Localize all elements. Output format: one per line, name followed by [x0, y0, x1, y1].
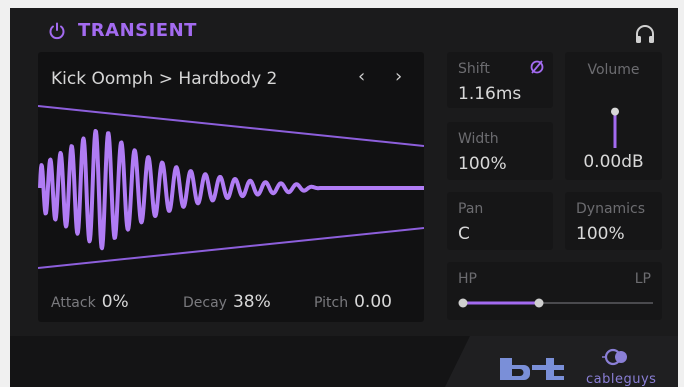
shift-label: Shift: [458, 61, 490, 77]
envelope-lower-line: [38, 227, 424, 269]
volume-control[interactable]: Volume 0.00dB: [565, 52, 662, 180]
pitch-label: Pitch: [314, 295, 349, 311]
shift-value: 1.16ms: [458, 84, 522, 104]
decay-control[interactable]: Decay 38%: [183, 292, 271, 312]
pitch-value: 0.00: [354, 292, 392, 312]
pan-control[interactable]: Pan C: [447, 192, 553, 250]
filter-control: HP LP: [447, 262, 662, 320]
lp-label: LP: [634, 271, 651, 287]
dynamics-label: Dynamics: [576, 201, 646, 217]
plugin-title: TRANSIENT: [78, 20, 197, 41]
hp-handle: [458, 298, 468, 308]
attack-control[interactable]: Attack 0%: [51, 292, 129, 312]
waveform-display[interactable]: [38, 100, 424, 278]
preset-prev-button[interactable]: ‹: [358, 66, 365, 87]
volume-label: Volume: [587, 62, 640, 78]
bt-logo: bt: [500, 358, 564, 380]
preset-next-button[interactable]: ›: [395, 66, 402, 87]
width-control[interactable]: Width 100%: [447, 122, 553, 180]
filter-range-slider[interactable]: [457, 296, 655, 310]
attack-value: 0%: [101, 292, 129, 312]
decay-label: Decay: [183, 295, 227, 311]
transient-plugin-window: TRANSIENT Kick Oomph > Hardbody 2 ‹ › At…: [10, 8, 678, 387]
volume-slider-fill: [613, 111, 617, 148]
cableguys-icon: [602, 348, 627, 366]
power-icon[interactable]: [48, 22, 66, 40]
preset-name[interactable]: Kick Oomph > Hardbody 2: [51, 69, 277, 89]
dynamics-value: 100%: [576, 224, 625, 244]
transient-shaper-panel: Kick Oomph > Hardbody 2 ‹ › Attack 0% Dec…: [38, 52, 424, 322]
width-value: 100%: [458, 154, 507, 174]
shift-control[interactable]: Shift 1.16ms: [447, 52, 553, 108]
cableguys-wordmark: cableguys: [586, 372, 657, 387]
headphones-icon[interactable]: [634, 24, 656, 44]
attack-label: Attack: [51, 295, 96, 311]
header: TRANSIENT: [10, 8, 678, 52]
pan-label: Pan: [458, 201, 484, 217]
volume-value: 0.00dB: [583, 152, 644, 172]
lp-handle: [534, 298, 544, 308]
pan-value: C: [458, 224, 470, 244]
decay-value: 38%: [232, 292, 271, 312]
phase-invert-icon[interactable]: [529, 59, 545, 75]
volume-slider-handle: [611, 107, 619, 116]
footer: [10, 336, 678, 387]
pitch-control[interactable]: Pitch 0.00: [314, 292, 392, 312]
kick-waveform: [38, 129, 424, 251]
hp-label: HP: [458, 271, 477, 287]
volume-slider[interactable]: [609, 86, 621, 148]
dynamics-control[interactable]: Dynamics 100%: [565, 192, 662, 250]
width-label: Width: [458, 131, 499, 147]
